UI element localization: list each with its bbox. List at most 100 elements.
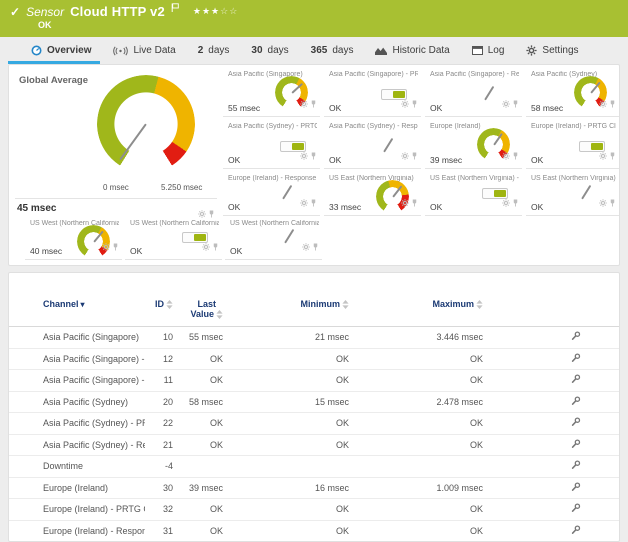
gear-icon[interactable] bbox=[202, 238, 210, 256]
tile-value: OK bbox=[230, 246, 242, 256]
pin-icon[interactable] bbox=[411, 194, 418, 212]
column-header-last[interactable]: LastValue bbox=[173, 299, 223, 321]
cell-minimum: 16 msec bbox=[223, 483, 349, 493]
tile-channel[interactable]: US East (Northern Virginia) - ...OK bbox=[526, 171, 619, 216]
gear-icon[interactable] bbox=[300, 95, 308, 113]
tile-channel[interactable]: Asia Pacific (Sydney) - PRTG ...OK bbox=[223, 119, 320, 169]
sort-icon[interactable] bbox=[166, 300, 173, 311]
gear-icon[interactable] bbox=[300, 147, 308, 165]
column-header-label: ID bbox=[155, 299, 164, 309]
sort-icon[interactable] bbox=[342, 300, 349, 311]
column-header-max[interactable]: Maximum bbox=[349, 299, 483, 311]
pin-icon[interactable] bbox=[310, 147, 317, 165]
channel-settings-wrench-icon[interactable] bbox=[571, 331, 581, 343]
tab-overview[interactable]: Overview bbox=[20, 38, 102, 63]
gear-icon[interactable] bbox=[102, 238, 110, 256]
tile-channel[interactable]: US West (Northern California)...OK bbox=[225, 216, 322, 260]
table-row[interactable]: Europe (Ireland) - PRTG Cl...32OKOKOK bbox=[9, 499, 619, 521]
gear-icon[interactable] bbox=[401, 147, 409, 165]
pin-icon[interactable] bbox=[310, 95, 317, 113]
table-row[interactable]: Asia Pacific (Singapore) - ...12OKOKOK bbox=[9, 349, 619, 371]
pin-icon[interactable] bbox=[609, 147, 616, 165]
table-row[interactable]: Asia Pacific (Sydney)2058 msec15 msec2.4… bbox=[9, 392, 619, 414]
gauge-max-label: 5.250 msec bbox=[161, 183, 202, 192]
channel-settings-wrench-icon[interactable] bbox=[571, 482, 581, 494]
tab-30-days[interactable]: 30days bbox=[240, 38, 299, 63]
tile-label: Global Average bbox=[19, 75, 88, 86]
pin-icon[interactable] bbox=[512, 194, 519, 212]
tab-settings[interactable]: Settings bbox=[515, 38, 589, 63]
gear-icon[interactable] bbox=[502, 194, 510, 212]
tile-value: OK bbox=[329, 103, 341, 113]
pin-icon[interactable] bbox=[411, 147, 418, 165]
channel-settings-wrench-icon[interactable] bbox=[571, 460, 581, 472]
channel-settings-wrench-icon[interactable] bbox=[571, 439, 581, 451]
tile-value: OK bbox=[228, 202, 240, 212]
table-row[interactable]: Downtime-4 bbox=[9, 456, 619, 478]
table-row[interactable]: Asia Pacific (Singapore) - ...11OKOKOK bbox=[9, 370, 619, 392]
tile-channel[interactable]: Europe (Ireland)39 msec bbox=[425, 119, 522, 169]
table-row[interactable]: Europe (Ireland) - Respon...31OKOKOK bbox=[9, 521, 619, 542]
priority-stars[interactable]: ★★★☆☆ bbox=[193, 6, 238, 17]
sort-icon[interactable] bbox=[216, 310, 223, 321]
column-header-min[interactable]: Minimum bbox=[223, 299, 349, 311]
gear-icon[interactable] bbox=[302, 238, 310, 256]
pin-icon[interactable] bbox=[112, 238, 119, 256]
gear-icon[interactable] bbox=[300, 194, 308, 212]
pin-icon[interactable] bbox=[609, 194, 616, 212]
gauge-min-label: 0 msec bbox=[103, 183, 129, 192]
tab-historic-data[interactable]: Historic Data bbox=[364, 38, 460, 63]
gear-icon[interactable] bbox=[502, 147, 510, 165]
gear-icon[interactable] bbox=[401, 194, 409, 212]
pin-icon[interactable] bbox=[310, 194, 317, 212]
tile-global-average[interactable]: Global Average0 msec5.250 msec45 msec bbox=[11, 67, 221, 215]
tile-channel[interactable]: Asia Pacific (Sydney)58 msec bbox=[526, 67, 619, 117]
gear-icon[interactable] bbox=[599, 194, 607, 212]
channel-settings-wrench-icon[interactable] bbox=[571, 503, 581, 515]
tile-channel[interactable]: US East (Northern Virginia) - ...OK bbox=[425, 171, 522, 216]
pin-icon[interactable] bbox=[609, 95, 616, 113]
column-header-id[interactable]: ID bbox=[145, 299, 173, 311]
pin-icon[interactable] bbox=[212, 238, 219, 256]
channel-settings-wrench-icon[interactable] bbox=[571, 396, 581, 408]
channel-settings-wrench-icon[interactable] bbox=[571, 417, 581, 429]
tab-live-data[interactable]: Live Data bbox=[102, 38, 186, 63]
channel-settings-wrench-icon[interactable] bbox=[571, 525, 581, 537]
tab-log[interactable]: Log bbox=[461, 38, 516, 63]
column-header-channel[interactable]: Channel▾ bbox=[9, 299, 145, 309]
cell-last-value: OK bbox=[173, 526, 223, 536]
cell-id: 21 bbox=[145, 440, 173, 450]
table-row[interactable]: Asia Pacific (Sydney) - Re...21OKOKOK bbox=[9, 435, 619, 457]
gear-icon[interactable] bbox=[401, 95, 409, 113]
channel-settings-wrench-icon[interactable] bbox=[571, 374, 581, 386]
table-row[interactable]: Asia Pacific (Singapore)1055 msec21 msec… bbox=[9, 327, 619, 349]
pin-icon[interactable] bbox=[512, 147, 519, 165]
tile-label: Asia Pacific (Singapore) - Res... bbox=[430, 71, 519, 78]
cell-channel: Asia Pacific (Sydney) - PR... bbox=[9, 418, 145, 428]
channel-settings-wrench-icon[interactable] bbox=[571, 353, 581, 365]
pin-icon[interactable] bbox=[512, 95, 519, 113]
table-row[interactable]: Europe (Ireland)3039 msec16 msec1.009 ms… bbox=[9, 478, 619, 500]
flag-icon[interactable] bbox=[171, 0, 179, 17]
tile-channel[interactable]: Asia Pacific (Sydney) - Respo...OK bbox=[324, 119, 421, 169]
table-row[interactable]: Asia Pacific (Sydney) - PR...22OKOKOK bbox=[9, 413, 619, 435]
tile-channel[interactable]: Asia Pacific (Singapore) - Res...OK bbox=[425, 67, 522, 117]
tab-2-days[interactable]: 2days bbox=[187, 38, 241, 63]
tile-channel[interactable]: US West (Northern California)...OK bbox=[125, 216, 222, 260]
gear-icon[interactable] bbox=[599, 95, 607, 113]
tile-channel[interactable]: US East (Northern Virginia)33 msec bbox=[324, 171, 421, 216]
sort-icon[interactable] bbox=[476, 300, 483, 311]
tile-channel[interactable]: US West (Northern California)40 msec bbox=[25, 216, 122, 260]
sensor-kind-label: Sensor bbox=[26, 5, 64, 19]
pin-icon[interactable] bbox=[411, 95, 418, 113]
tab-365-days[interactable]: 365days bbox=[300, 38, 365, 63]
cell-last-value: OK bbox=[173, 504, 223, 514]
gear-icon[interactable] bbox=[599, 147, 607, 165]
pin-icon[interactable] bbox=[312, 238, 319, 256]
tile-channel[interactable]: Europe (Ireland) - Response C...OK bbox=[223, 171, 320, 216]
tile-channel[interactable]: Europe (Ireland) - PRTG Cloud...OK bbox=[526, 119, 619, 169]
gear-icon[interactable] bbox=[502, 95, 510, 113]
tile-channel[interactable]: Asia Pacific (Singapore)55 msec bbox=[223, 67, 320, 117]
tile-channel[interactable]: Asia Pacific (Singapore) - PR...OK bbox=[324, 67, 421, 117]
sort-desc-caret-icon[interactable]: ▾ bbox=[81, 300, 85, 309]
